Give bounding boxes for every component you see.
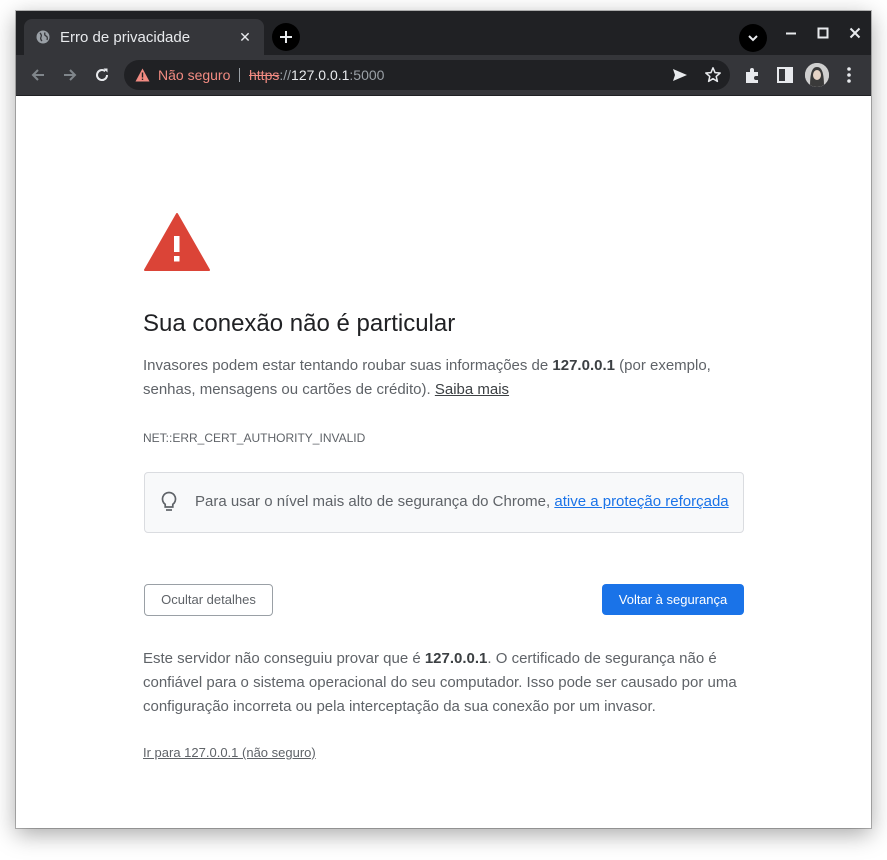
enhanced-protection-message: Para usar o nível mais alto de segurança… bbox=[195, 493, 555, 510]
send-icon[interactable] bbox=[671, 66, 689, 84]
profile-picture-icon bbox=[805, 63, 829, 87]
enhanced-protection-box: Para usar o nível mais alto de segurança… bbox=[144, 472, 744, 533]
toolbar: Não seguro https://127.0.0.1:5000 bbox=[16, 55, 871, 96]
maximize-icon[interactable] bbox=[815, 25, 831, 41]
chevron-down-icon bbox=[748, 35, 758, 42]
url-scheme: https bbox=[249, 67, 280, 83]
warning-triangle-icon bbox=[144, 213, 210, 271]
omnibox-separator bbox=[239, 68, 240, 82]
extensions-puzzle-icon[interactable] bbox=[743, 65, 763, 85]
url-host: 127.0.0.1 bbox=[291, 67, 350, 83]
enhanced-protection-link[interactable]: ative a proteção reforçada bbox=[554, 493, 728, 510]
side-panel-icon[interactable] bbox=[775, 65, 795, 85]
browser-window: Erro de privacidade ✕ Não seguro https:/… bbox=[16, 11, 871, 828]
tab-title: Erro de privacidade bbox=[60, 29, 191, 46]
enhanced-protection-text: Para usar o nível mais alto de segurança… bbox=[195, 493, 729, 510]
details-paragraph: Este servidor não conseguiu provar que é… bbox=[143, 647, 753, 719]
hide-details-button[interactable]: Ocultar detalhes bbox=[144, 584, 273, 616]
title-bar: Erro de privacidade ✕ bbox=[16, 11, 871, 55]
explanation-text: Invasores podem estar tentando roubar su… bbox=[143, 357, 553, 374]
close-window-icon[interactable] bbox=[847, 25, 863, 41]
warning-icon[interactable] bbox=[135, 68, 150, 82]
address-bar[interactable]: Não seguro https://127.0.0.1:5000 bbox=[124, 60, 730, 90]
explanation-paragraph: Invasores podem estar tentando roubar su… bbox=[143, 354, 743, 402]
details-text: Este servidor não conseguiu provar que é bbox=[143, 650, 425, 667]
forward-arrow-icon[interactable] bbox=[60, 65, 80, 85]
not-secure-label[interactable]: Não seguro bbox=[158, 67, 230, 83]
learn-more-link[interactable]: Saiba mais bbox=[435, 381, 509, 398]
details-host: 127.0.0.1 bbox=[424, 650, 488, 667]
tab-search-button[interactable] bbox=[739, 24, 767, 52]
plus-icon bbox=[280, 31, 292, 43]
minimize-icon[interactable] bbox=[783, 25, 799, 41]
url-scheme-separator: :// bbox=[279, 67, 292, 83]
back-to-safety-button[interactable]: Voltar à segurança bbox=[602, 584, 744, 615]
page-content: Sua conexão não é particular Invasores p… bbox=[16, 96, 871, 828]
star-icon[interactable] bbox=[704, 66, 722, 84]
url-port: :5000 bbox=[349, 67, 385, 83]
explanation-host: 127.0.0.1 bbox=[552, 357, 615, 374]
proceed-unsafe-link[interactable]: Ir para 127.0.0.1 (não seguro) bbox=[143, 745, 316, 760]
page-title: Sua conexão não é particular bbox=[143, 310, 456, 337]
new-tab-button[interactable] bbox=[272, 23, 300, 51]
back-arrow-icon[interactable] bbox=[28, 65, 48, 85]
globe-icon bbox=[36, 30, 50, 44]
tab-close-button[interactable]: ✕ bbox=[236, 28, 254, 46]
profile-avatar[interactable] bbox=[805, 63, 829, 87]
tab-privacy-error[interactable]: Erro de privacidade ✕ bbox=[24, 19, 264, 55]
lightbulb-icon bbox=[161, 491, 177, 511]
kebab-menu-icon[interactable] bbox=[839, 65, 859, 85]
error-code: NET::ERR_CERT_AUTHORITY_INVALID bbox=[143, 431, 366, 445]
url-text[interactable]: https://127.0.0.1:5000 bbox=[249, 67, 384, 83]
reload-icon[interactable] bbox=[92, 65, 112, 85]
